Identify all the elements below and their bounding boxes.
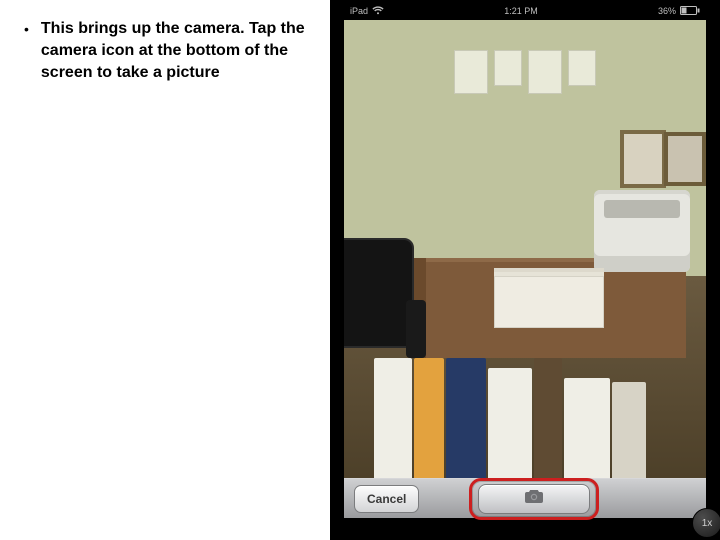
shutter-button-highlighted — [475, 482, 593, 516]
device-label: iPad — [350, 6, 368, 16]
device-screenshot-pane: iPad 1:21 PM 36% — [330, 0, 720, 540]
status-bar: iPad 1:21 PM 36% — [344, 4, 706, 18]
slide-container: • This brings up the camera. Tap the cam… — [0, 0, 720, 540]
instruction-bullet-row: • This brings up the camera. Tap the cam… — [18, 18, 318, 84]
battery-percent: 36% — [658, 6, 676, 16]
instruction-text: This brings up the camera. Tap the camer… — [41, 18, 318, 84]
wifi-icon — [372, 6, 384, 17]
shutter-button[interactable] — [478, 484, 590, 514]
camera-scene-illustration — [344, 20, 706, 478]
zoom-label: 1x — [702, 518, 713, 529]
camera-toolbar: Cancel — [344, 478, 706, 518]
zoom-badge[interactable]: 1x — [692, 508, 720, 538]
status-left: iPad — [350, 6, 384, 17]
bullet-glyph: • — [18, 18, 29, 40]
instruction-pane: • This brings up the camera. Tap the cam… — [0, 0, 330, 540]
cancel-button-label: Cancel — [367, 492, 406, 506]
device-frame: iPad 1:21 PM 36% — [344, 0, 706, 540]
status-time: 1:21 PM — [504, 6, 538, 16]
cancel-button[interactable]: Cancel — [354, 485, 419, 513]
camera-viewfinder — [344, 20, 706, 478]
camera-icon — [524, 489, 544, 508]
status-right: 36% — [658, 6, 700, 17]
battery-icon — [680, 6, 700, 17]
